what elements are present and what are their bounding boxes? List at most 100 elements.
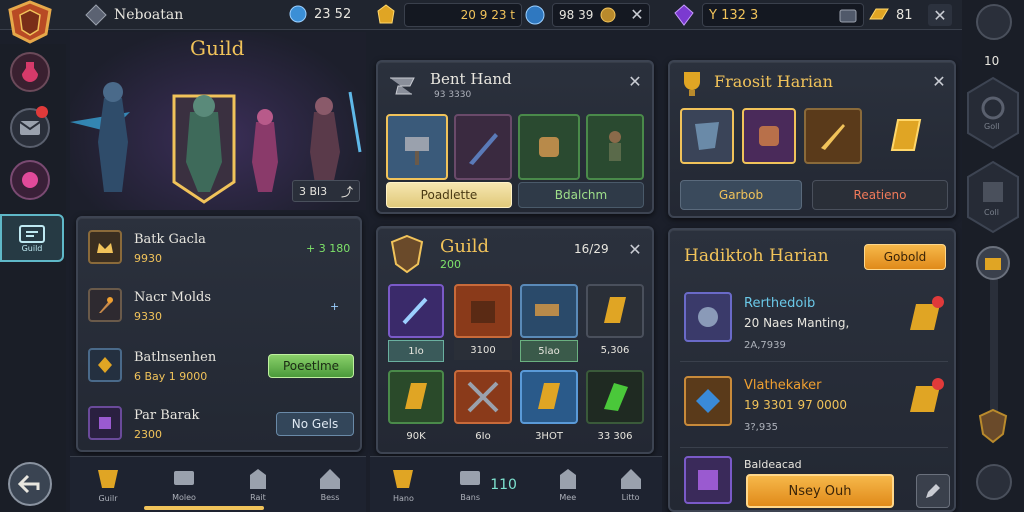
item-card-label: 1Io — [388, 340, 444, 362]
gold-ingot-icon — [388, 370, 444, 424]
crystal-icon — [88, 348, 122, 382]
nav-item-label: Bess — [320, 493, 340, 502]
shield-marker-icon[interactable] — [978, 408, 1008, 444]
list-item[interactable]: Par Barak 2300 No Gels — [84, 402, 356, 446]
item-slot-sword[interactable] — [454, 114, 512, 180]
list-item[interactable]: Batk Gacla 9930 + 3 180 — [84, 226, 356, 270]
scroll-nav-icon — [460, 471, 481, 485]
item-card[interactable]: 3HOT — [520, 370, 578, 446]
pencil-icon — [926, 484, 940, 498]
back-button[interactable] — [8, 462, 52, 506]
item-slot-shield[interactable] — [680, 108, 734, 164]
item-card[interactable]: 33 306 — [586, 370, 644, 446]
panel-a-right-button[interactable]: Bdalchm — [518, 182, 644, 208]
nav-item[interactable]: Moleo — [170, 467, 198, 502]
panel-a-left-button[interactable]: Poadlette — [386, 182, 512, 208]
castle-nav-icon — [250, 469, 266, 489]
list-item[interactable]: Nacr Molds 9330 + — [84, 284, 356, 328]
item-card[interactable]: 1Io — [388, 284, 444, 362]
list-item-title: Par Barak — [134, 408, 200, 423]
back-arrow-icon — [18, 474, 40, 494]
guild-items-panel: Guild 200 16/29 ✕ 1Io 3100 5lao 5,306 90… — [376, 226, 654, 454]
nav-item[interactable]: Mee — [556, 467, 580, 502]
close-icon[interactable]: ✕ — [626, 72, 644, 91]
item-card[interactable]: 90K — [388, 370, 444, 446]
list-item-sub: 2300 — [134, 428, 162, 441]
guild-nav-icon — [98, 470, 118, 488]
quest-row[interactable]: Vlathekaker 19 3301 97 0000 3?,935 — [680, 368, 948, 448]
item-card-label: 5,306 — [600, 344, 630, 356]
claim-button[interactable]: Poeetlme — [268, 354, 354, 378]
nav-item[interactable]: Bess — [318, 467, 342, 502]
player-name: Neboatan — [114, 7, 184, 23]
share-icon[interactable]: ⤴ — [341, 183, 353, 200]
nav-item-label: Mee — [559, 493, 577, 502]
resource-gold-2[interactable]: 81 — [866, 3, 913, 27]
item-slot-gauntlet[interactable] — [742, 108, 796, 164]
resource-silver-value: 98 39 — [559, 8, 594, 22]
resource-purple[interactable]: Y 132 3 — [672, 3, 864, 27]
quest-extra: 3?,935 — [744, 422, 778, 433]
profile-icon[interactable] — [976, 464, 1012, 500]
list-item-title: Batlnsenhen — [134, 350, 217, 365]
potion-icon[interactable] — [10, 52, 50, 92]
item-slot-warrior[interactable] — [586, 114, 644, 180]
scroll-handle[interactable] — [976, 246, 1010, 280]
quest-row[interactable]: Rerthedoib 20 Naes Manting, 2A,7939 — [680, 288, 948, 362]
hero-counter[interactable]: 3 Bl3 ⤴ — [292, 180, 360, 202]
list-item[interactable]: Batlnsenhen 6 Bay 1 9000 Poeetlme — [84, 344, 356, 388]
resource-blue-value: 23 52 — [314, 6, 352, 22]
nav-item[interactable]: Guilr — [94, 466, 122, 503]
gold-gem-icon — [377, 4, 395, 24]
hex-button-1-label: Goll — [984, 122, 1000, 131]
item-card-label: 3100 — [454, 340, 512, 360]
panel-b-left-button[interactable]: Garbob — [680, 180, 802, 210]
panel-d-bottom-button[interactable]: Nsey Ouh — [746, 474, 894, 508]
hex-button-1[interactable]: Goll — [966, 76, 1020, 150]
chest-icon — [839, 9, 857, 23]
staff-icon — [388, 284, 444, 338]
home-nav-icon — [393, 470, 414, 488]
list-item-reward: + 3 180 — [306, 242, 351, 255]
no-gels-button[interactable]: No Gels — [276, 412, 354, 436]
quest-title: Baldeacad — [744, 458, 802, 471]
edit-button[interactable] — [916, 474, 950, 508]
gem-orb-icon[interactable] — [10, 160, 50, 200]
panel-c-title: Guild — [440, 236, 490, 257]
nav-item-label: Litto — [621, 493, 640, 502]
nav-item[interactable]: Litto — [619, 467, 643, 502]
rank-diamond-icon — [85, 4, 107, 26]
item-card[interactable]: 3100 — [454, 284, 512, 360]
close-icon[interactable]: ✕ — [626, 240, 644, 259]
trophy-icon — [684, 72, 700, 96]
nav-item[interactable]: Rait — [246, 467, 270, 502]
panel-a-title: Bent Hand — [430, 70, 512, 88]
item-card[interactable]: 5lao — [520, 284, 578, 362]
gold-ingot-icon — [586, 284, 644, 338]
item-slot-hammer[interactable] — [386, 114, 448, 180]
close-icon[interactable]: ✕ — [930, 72, 948, 91]
nav-item-label: Rait — [250, 493, 266, 502]
list-item-sub: 9330 — [134, 310, 162, 323]
nav-item[interactable]: Hano — [389, 466, 417, 503]
hex-button-2[interactable]: Coll — [966, 160, 1020, 234]
item-slot-dagger[interactable] — [804, 108, 862, 164]
guild-emblem-icon[interactable] — [4, 0, 56, 44]
hero-counter-value: 3 Bl3 — [299, 184, 328, 198]
purple-crystal-icon — [674, 4, 694, 26]
item-card[interactable]: 6Io — [454, 370, 512, 446]
player-info[interactable]: Neboatan — [84, 4, 183, 26]
scroll-track[interactable] — [990, 268, 998, 418]
quest-title: Rerthedoib — [744, 296, 816, 311]
close-icon[interactable]: ✕ — [628, 5, 646, 24]
resource-gold[interactable]: 20 9 23 t — [374, 3, 522, 27]
resource-blue[interactable]: 23 52 — [288, 4, 351, 24]
panel-b-right-button[interactable]: Reatieno — [812, 180, 948, 210]
item-card[interactable]: 5,306 — [586, 284, 644, 360]
panel-d-header-button[interactable]: Gobold — [864, 244, 946, 270]
nav-item[interactable]: Bans 110 — [456, 467, 517, 502]
item-slot-fist[interactable] — [518, 114, 580, 180]
guild-tab[interactable]: Guild — [0, 214, 64, 262]
close-top-right-icon[interactable]: ✕ — [928, 4, 952, 26]
settings-icon[interactable] — [976, 4, 1012, 40]
